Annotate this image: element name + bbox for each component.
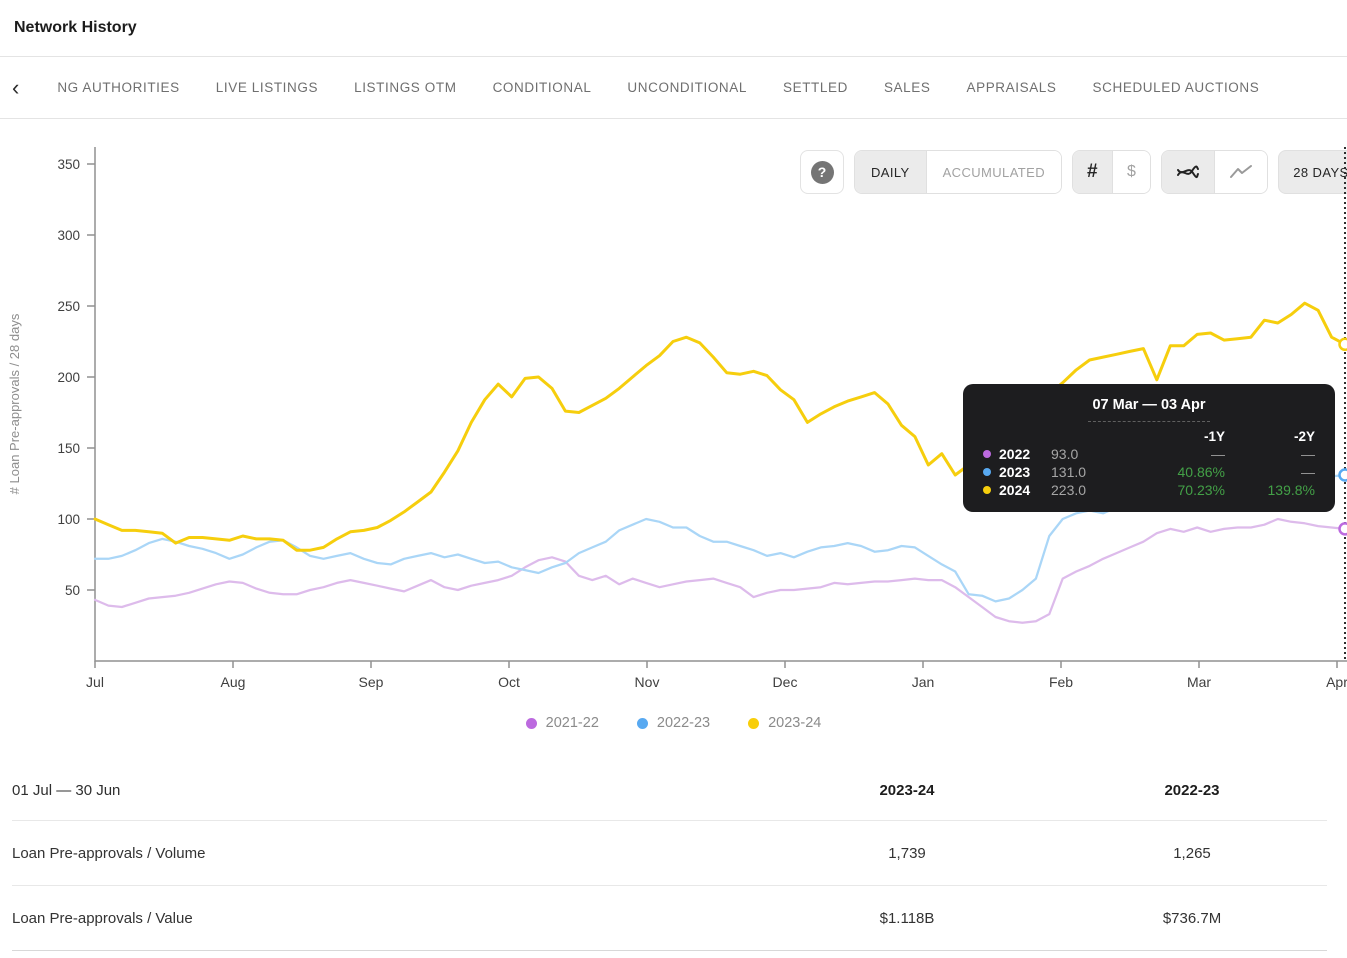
unit-option-count[interactable]: # xyxy=(1073,151,1112,193)
range-button[interactable]: 28 DAYS xyxy=(1278,150,1347,194)
y-tick-label: 100 xyxy=(57,512,80,527)
x-tick-label: Jul xyxy=(86,674,104,690)
value-2023-24: $1.118B xyxy=(879,909,935,927)
chart-tooltip: 07 Mar — 03 Apr -1Y -2Y 2022 93.0 — — 20… xyxy=(963,384,1335,512)
legend-label: 2023-24 xyxy=(768,715,822,731)
summary-col-2022-23: 2022-23 xyxy=(1164,781,1220,799)
volume-2023-24: 1,739 xyxy=(888,844,926,862)
chart-area: 50 100 150 200 250 300 350 Jul Aug Sep Oct Nov Dec Ja… xyxy=(0,119,1347,760)
tooltip-value: 131.0 xyxy=(1051,464,1087,480)
mode-option-accumulated[interactable]: ACCUMULATED xyxy=(925,151,1061,193)
tooltip-pct-2y: — xyxy=(1301,446,1315,462)
question-mark-icon: ? xyxy=(810,160,834,184)
x-tick-label: Apr xyxy=(1326,674,1347,690)
page-title: Network History xyxy=(14,19,137,36)
y-tick-label: 50 xyxy=(65,583,80,598)
summary-table: 01 Jul — 30 Jun 2023-24 2022-23 Loan Pre… xyxy=(0,760,1347,951)
help-button[interactable]: ? xyxy=(800,150,844,194)
legend-dot-yellow xyxy=(748,717,760,729)
tooltip-col-minus-1y: -1Y xyxy=(1203,429,1225,444)
mode-toggle: DAILY ACCUMULATED xyxy=(854,150,1062,194)
series-end-marker-2022-23 xyxy=(1338,468,1347,482)
y-tick-label: 200 xyxy=(57,370,80,385)
tooltip-date-range: 07 Mar — 03 Apr xyxy=(1092,397,1206,413)
legend-label: 2021-22 xyxy=(545,715,599,731)
page-header: Network History xyxy=(0,0,1347,57)
tooltip-pct-1y: — xyxy=(1211,446,1225,462)
tooltip-value: 93.0 xyxy=(1051,446,1079,462)
table-row-value: Loan Pre-approvals / Value $1.118B $736.… xyxy=(12,886,1327,951)
tooltip-pct-2y: — xyxy=(1301,464,1315,480)
tab-ng-authorities[interactable]: NG AUTHORITIES xyxy=(57,80,179,95)
series-dot-2024 xyxy=(983,486,991,494)
legend-label: 2022-23 xyxy=(656,715,711,731)
tooltip-pct-1y: 70.23% xyxy=(1177,482,1225,498)
y-axis-title: # Loan Pre-approvals / 28 days xyxy=(7,313,22,494)
x-tick-label: Feb xyxy=(1049,674,1073,690)
tooltip-divider xyxy=(1088,421,1210,422)
summary-period: 01 Jul — 30 Jun xyxy=(12,781,121,799)
style-option-smoothed[interactable] xyxy=(1162,151,1215,193)
tooltip-value: 223.0 xyxy=(1051,482,1087,498)
hash-icon: # xyxy=(1087,161,1098,182)
x-tick-label: Oct xyxy=(498,674,520,690)
y-tick-label: 150 xyxy=(57,441,80,456)
series-line-2021-22 xyxy=(93,517,1347,624)
dollar-icon: $ xyxy=(1126,163,1137,180)
series-dot-2022 xyxy=(983,450,991,458)
x-tick-label: Mar xyxy=(1187,674,1211,690)
tooltip-table: -1Y -2Y 2022 93.0 — — 2023 131.0 40.86% … xyxy=(983,429,1315,498)
series-dot-2023 xyxy=(983,468,991,476)
x-tick-label: Aug xyxy=(221,674,246,690)
line-style-toggle xyxy=(1161,150,1269,194)
row-label: Loan Pre-approvals / Value xyxy=(12,909,193,927)
x-tick-label: Nov xyxy=(635,674,660,690)
tab-settled[interactable]: SETTLED xyxy=(783,80,848,95)
legend-item-2021-22[interactable]: 2021-22 xyxy=(525,715,599,731)
x-tick-label: Sep xyxy=(359,674,384,690)
tab-bar: ‹ NG AUTHORITIES LIVE LISTINGS LISTINGS … xyxy=(0,57,1347,119)
mode-option-daily[interactable]: DAILY xyxy=(855,151,926,193)
value-2022-23: $736.7M xyxy=(1162,909,1222,927)
tab-live-listings[interactable]: LIVE LISTINGS xyxy=(216,80,318,95)
tooltip-year: 2024 xyxy=(999,482,1031,498)
table-row-volume: Loan Pre-approvals / Volume 1,739 1,265 xyxy=(12,821,1327,886)
series-end-marker-2021-22 xyxy=(1338,522,1347,536)
summary-col-2023-24: 2023-24 xyxy=(879,781,935,799)
tooltip-year: 2023 xyxy=(999,464,1031,480)
y-tick-label: 350 xyxy=(57,157,80,172)
legend-item-2022-23[interactable]: 2022-23 xyxy=(636,715,711,731)
chart-controls: ? DAILY ACCUMULATED # $ 28 DAYS xyxy=(800,150,1347,194)
x-tick-label: Dec xyxy=(773,674,798,690)
volume-2022-23: 1,265 xyxy=(1173,844,1211,862)
style-option-raw[interactable] xyxy=(1214,151,1268,193)
chart-legend: 2021-22 2022-23 2023-24 xyxy=(0,715,1347,731)
tooltip-pct-1y: 40.86% xyxy=(1177,464,1225,480)
tab-appraisals[interactable]: APPRAISALS xyxy=(966,80,1056,95)
y-tick-label: 250 xyxy=(57,299,80,314)
legend-dot-blue xyxy=(636,717,648,729)
legend-item-2023-24[interactable]: 2023-24 xyxy=(748,715,821,731)
zigzag-line-icon xyxy=(1230,165,1253,178)
x-tick-label: Jan xyxy=(912,674,935,690)
unit-option-dollar[interactable]: $ xyxy=(1111,151,1151,193)
legend-dot-purple xyxy=(525,717,537,729)
tab-conditional[interactable]: CONDITIONAL xyxy=(493,80,592,95)
tab-listings-otm[interactable]: LISTINGS OTM xyxy=(354,80,456,95)
tooltip-year: 2022 xyxy=(999,446,1031,462)
tooltip-pct-2y: 139.8% xyxy=(1267,482,1315,498)
smoothed-lines-icon xyxy=(1177,165,1200,179)
unit-toggle: # $ xyxy=(1072,150,1152,194)
tab-unconditional[interactable]: UNCONDITIONAL xyxy=(627,80,747,95)
tooltip-col-minus-2y: -2Y xyxy=(1293,429,1315,444)
row-label: Loan Pre-approvals / Volume xyxy=(12,844,206,862)
summary-header-row: 01 Jul — 30 Jun 2023-24 2022-23 xyxy=(12,760,1327,821)
y-tick-label: 300 xyxy=(57,228,80,243)
series-end-marker-2023-24 xyxy=(1338,337,1347,352)
tab-sales[interactable]: SALES xyxy=(884,80,931,95)
chevron-left-icon[interactable]: ‹ xyxy=(10,76,21,99)
tab-scheduled-auctions[interactable]: SCHEDULED AUCTIONS xyxy=(1093,80,1260,95)
